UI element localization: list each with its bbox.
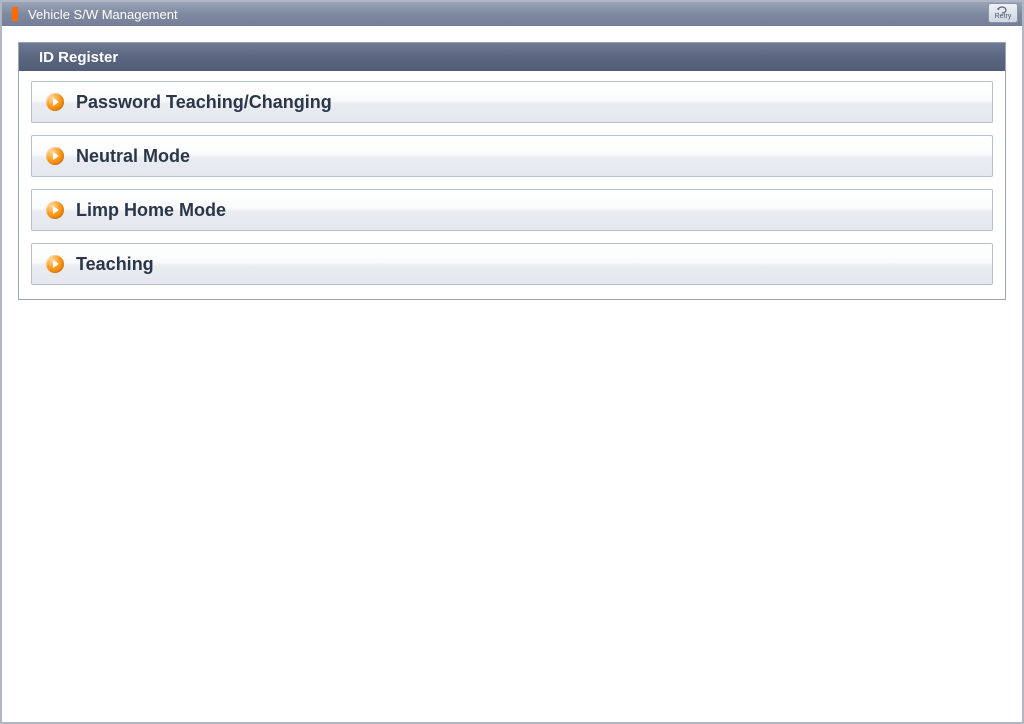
panel-header: ID Register bbox=[19, 43, 1005, 71]
menu-item-teaching[interactable]: Teaching bbox=[31, 243, 993, 285]
arrow-right-icon bbox=[46, 147, 64, 165]
panel-body: Password Teaching/Changing Neutral Mode … bbox=[19, 71, 1005, 299]
id-register-panel: ID Register Password Teaching/Changing N… bbox=[18, 42, 1006, 300]
menu-item-label: Neutral Mode bbox=[76, 146, 190, 167]
arrow-right-icon bbox=[46, 201, 64, 219]
arrow-right-icon bbox=[46, 255, 64, 273]
retry-button[interactable]: Retry bbox=[988, 3, 1018, 23]
content-area: ID Register Password Teaching/Changing N… bbox=[2, 26, 1022, 722]
panel-title: ID Register bbox=[39, 49, 118, 66]
title-marker-icon bbox=[12, 7, 18, 21]
titlebar: Vehicle S/W Management Retry bbox=[2, 2, 1022, 26]
menu-item-label: Password Teaching/Changing bbox=[76, 92, 332, 113]
arrow-right-icon bbox=[46, 93, 64, 111]
menu-item-label: Limp Home Mode bbox=[76, 200, 226, 221]
menu-item-limp-home-mode[interactable]: Limp Home Mode bbox=[31, 189, 993, 231]
menu-item-neutral-mode[interactable]: Neutral Mode bbox=[31, 135, 993, 177]
app-window: Vehicle S/W Management Retry ID Register… bbox=[0, 0, 1024, 724]
menu-item-password-teaching[interactable]: Password Teaching/Changing bbox=[31, 81, 993, 123]
retry-button-label: Retry bbox=[995, 13, 1012, 20]
window-title: Vehicle S/W Management bbox=[28, 7, 178, 22]
menu-item-label: Teaching bbox=[76, 254, 154, 275]
